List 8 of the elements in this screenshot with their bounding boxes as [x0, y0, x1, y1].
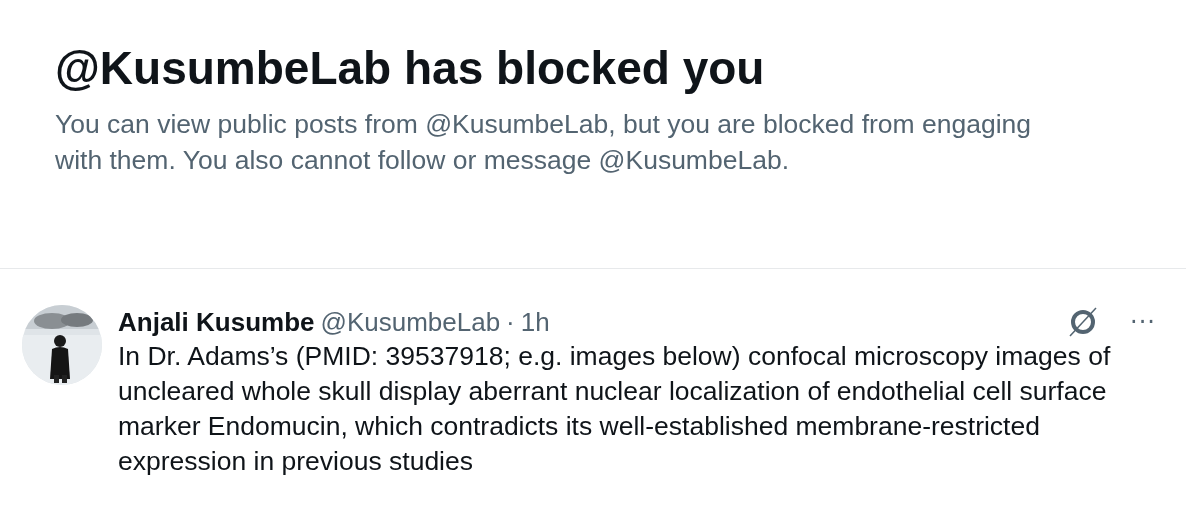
- post-time[interactable]: 1h: [520, 306, 550, 338]
- block-message: You can view public posts from @KusumbeLab, but you are blocked from engaging with them. You also cannot follow or message @KusumbeLab.: [55, 108, 1033, 177]
- author-handle[interactable]: @KusumbeLab: [320, 306, 501, 338]
- separator-dot: ·: [506, 306, 515, 338]
- block-title: @KusumbeLab has blocked you: [55, 41, 766, 96]
- more-button[interactable]: ···: [1130, 308, 1156, 336]
- post-text: In Dr. Adams’s (PMID: 39537918; e.g. images below) confocal microscopy images of uncleared whole skull display aberrant nuclear localization of endothelial cell surface marker Endomucin, which contradicts its well-established membrane-restricted expression in previous studies: [118, 340, 1112, 478]
- author-name[interactable]: Anjali Kusumbe: [118, 306, 315, 338]
